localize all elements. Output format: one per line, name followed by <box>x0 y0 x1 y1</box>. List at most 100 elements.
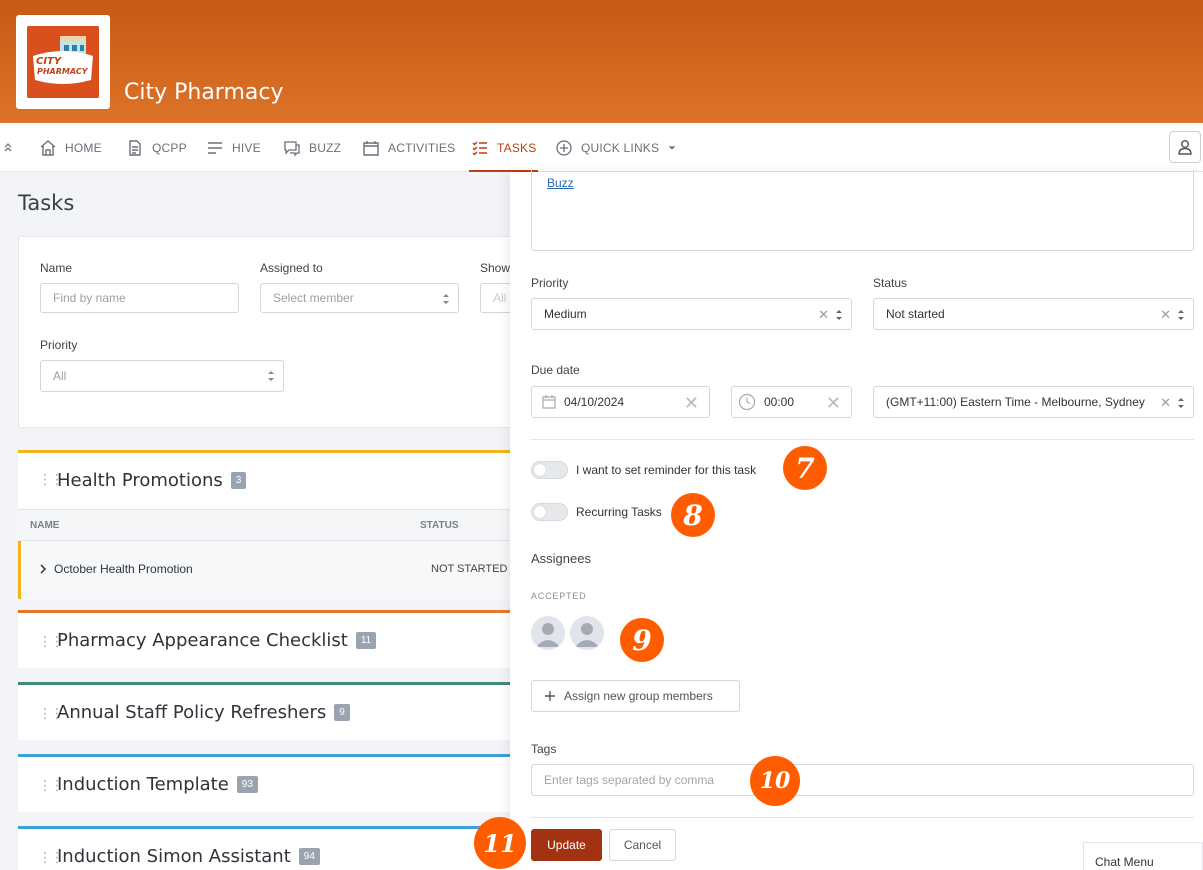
assigned-select[interactable]: Select member <box>260 283 459 313</box>
nav-qcpp[interactable]: QCPP <box>126 123 187 172</box>
name-search-input[interactable]: Find by name <box>40 283 239 313</box>
assignee-avatar[interactable] <box>531 616 565 650</box>
group-count-badge: 3 <box>230 472 247 489</box>
nav-label-hive: HIVE <box>232 140 261 155</box>
group-title: Annual Staff Policy Refreshers 9 <box>57 702 350 723</box>
reminder-label: I want to set reminder for this task <box>576 463 757 477</box>
filter-priority-label: Priority <box>40 338 78 352</box>
nav-label-buzz: BUZZ <box>309 140 342 155</box>
select-arrows-icon <box>836 310 842 320</box>
timezone-select[interactable]: (GMT+11:00) Eastern Time - Melbourne, Sy… <box>873 386 1194 418</box>
clear-icon[interactable]: ✕ <box>1160 307 1171 323</box>
cancel-button[interactable]: Cancel <box>609 829 676 861</box>
nav-buzz[interactable]: BUZZ <box>283 123 341 172</box>
due-time-input[interactable]: 00:00 ✕ <box>731 386 852 418</box>
name-search-placeholder: Find by name <box>53 291 126 305</box>
logo-text-line1: CITY <box>36 56 62 67</box>
chevron-right-icon[interactable] <box>39 563 47 575</box>
group-count-badge: 93 <box>236 776 258 793</box>
logo-image: CITY PHARMACY <box>27 26 99 98</box>
filter-name-label: Name <box>40 261 73 275</box>
main-nav: HOME QCPP HIVE BUZZ ACTIVITIES TASKS QUI… <box>0 123 1203 172</box>
chat-icon <box>284 140 300 157</box>
assign-members-label: Assign new group members <box>564 689 713 703</box>
task-group-staff-policy: ⋮⋮ Annual Staff Policy Refreshers 9 <box>18 682 538 740</box>
pharmacy-logo[interactable]: CITY PHARMACY <box>16 15 110 109</box>
nav-hive[interactable]: HIVE <box>206 123 261 172</box>
due-date-value: 04/10/2024 <box>564 395 625 409</box>
home-icon <box>40 139 56 156</box>
filter-assigned-label: Assigned to <box>260 261 323 275</box>
reminder-toggle[interactable] <box>531 461 568 479</box>
recurring-toggle[interactable] <box>531 503 568 521</box>
assign-members-button[interactable]: Assign new group members <box>531 680 740 712</box>
table-row[interactable]: October Health Promotion NOT STARTED <box>18 541 538 599</box>
group-count-badge: 11 <box>355 632 377 649</box>
divider <box>531 439 1194 440</box>
step-marker-7: 7 <box>783 446 827 490</box>
app-header: CITY PHARMACY City Pharmacy <box>0 0 1203 123</box>
lines-icon <box>208 141 222 154</box>
due-date-input[interactable]: 04/10/2024 ✕ <box>531 386 710 418</box>
task-edit-drawer: Buzz Priority Medium ✕ Status Not starte… <box>510 170 1203 870</box>
clear-date-icon[interactable]: ✕ <box>684 393 699 414</box>
recurring-label: Recurring Tasks <box>576 505 662 519</box>
buzz-link[interactable]: Buzz <box>547 176 574 190</box>
user-menu-button[interactable] <box>1169 131 1201 163</box>
priority-filter-value: All <box>53 369 67 383</box>
task-name[interactable]: October Health Promotion <box>54 562 193 576</box>
nav-tasks[interactable]: TASKS <box>468 123 539 172</box>
task-group-appearance-checklist: ⋮⋮ Pharmacy Appearance Checklist 11 <box>18 610 538 668</box>
group-title-text: Annual Staff Policy Refreshers <box>57 702 327 723</box>
step-marker-10: 10 <box>750 756 800 806</box>
document-icon <box>129 139 141 156</box>
group-title-text: Pharmacy Appearance Checklist <box>57 630 348 651</box>
timezone-value: (GMT+11:00) Eastern Time - Melbourne, Sy… <box>886 395 1145 409</box>
priority-value: Medium <box>544 307 587 321</box>
step-marker-9: 9 <box>620 618 664 662</box>
nav-label-quick-links: QUICK LINKS <box>581 140 660 155</box>
calendar-icon <box>363 140 379 156</box>
app-title: City Pharmacy <box>124 80 284 105</box>
group-title: Induction Template 93 <box>57 774 258 795</box>
divider <box>531 817 1194 818</box>
assignee-avatar[interactable] <box>570 616 604 650</box>
nav-label-tasks: TASKS <box>497 140 537 155</box>
collapse-chevron-icon[interactable] <box>3 140 15 154</box>
filter-show-label: Show <box>480 261 511 275</box>
table-header: NAME STATUS <box>18 509 538 541</box>
select-arrows-icon <box>1178 398 1184 408</box>
tags-input[interactable]: Enter tags separated by comma <box>531 764 1194 796</box>
clear-icon[interactable]: ✕ <box>1160 395 1171 411</box>
calendar-icon <box>542 395 556 409</box>
status-select[interactable]: Not started ✕ <box>873 298 1194 330</box>
plus-circle-icon <box>556 139 572 156</box>
logo-text-line2: PHARMACY <box>37 67 88 76</box>
priority-filter-select[interactable]: All <box>40 360 284 392</box>
clear-icon[interactable]: ✕ <box>818 307 829 323</box>
show-select-value: All <box>493 291 507 305</box>
status-value: Not started <box>886 307 945 321</box>
page-title: Tasks <box>18 191 75 215</box>
select-arrows-icon <box>268 371 274 381</box>
clock-icon <box>738 393 756 411</box>
nav-home[interactable]: HOME <box>39 123 102 172</box>
clear-time-icon[interactable]: ✕ <box>826 393 841 414</box>
nav-label-qcpp: QCPP <box>152 140 187 155</box>
nav-label-activities: ACTIVITIES <box>388 140 456 155</box>
priority-select[interactable]: Medium ✕ <box>531 298 852 330</box>
accepted-label: ACCEPTED <box>531 591 587 601</box>
tags-label: Tags <box>531 742 557 756</box>
step-marker-8: 8 <box>671 493 715 537</box>
description-editor[interactable]: Buzz <box>531 170 1194 251</box>
task-group-induction-template: ⋮⋮ Induction Template 93 <box>18 754 538 812</box>
nav-quick-links[interactable]: QUICK LINKS <box>555 123 677 172</box>
task-group-health-promotions: ⋮⋮ Health Promotions 3 NAME STATUS Octobe… <box>18 450 538 599</box>
group-title-text: Induction Template <box>57 774 229 795</box>
column-name: NAME <box>30 520 60 531</box>
group-title: Induction Simon Assistant 94 <box>57 846 320 867</box>
status-label: Status <box>873 276 908 290</box>
nav-activities[interactable]: ACTIVITIES <box>362 123 455 172</box>
update-button[interactable]: Update <box>531 829 602 861</box>
chat-menu[interactable]: Chat Menu <box>1083 842 1203 870</box>
